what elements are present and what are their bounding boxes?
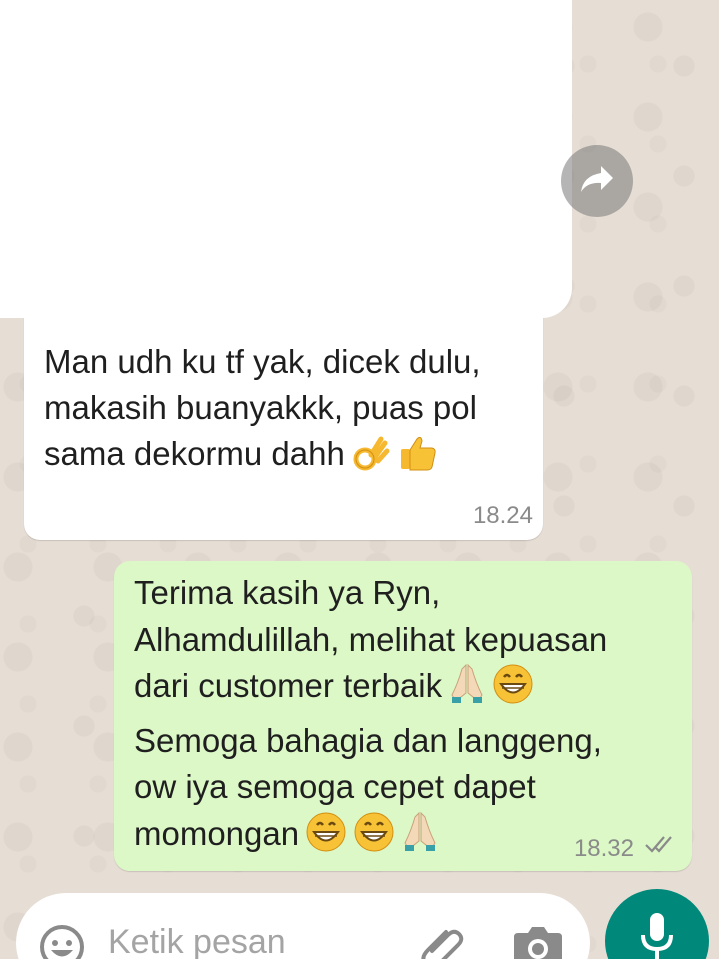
outgoing-timestamp: 18.32 bbox=[573, 835, 634, 862]
outgoing-message-text: Terima kasih ya Ryn, Alhamdulillah, meli… bbox=[134, 570, 674, 865]
read-double-tick-icon bbox=[644, 834, 678, 859]
grinning-face-emoji bbox=[305, 811, 347, 866]
outgoing-line-4: Semoga bahagia dan langgeng, bbox=[134, 721, 602, 759]
incoming-timestamp: 18.24 bbox=[472, 502, 533, 529]
thumbs-up-emoji bbox=[397, 433, 439, 485]
camera-icon[interactable] bbox=[512, 921, 564, 959]
message-composer bbox=[16, 893, 590, 959]
outgoing-line-6: momongan bbox=[134, 814, 300, 852]
forward-button[interactable] bbox=[561, 145, 633, 217]
forward-icon bbox=[579, 164, 615, 199]
incoming-line-2: makasih buanyakkk, puas pol bbox=[44, 389, 477, 426]
redacted-content bbox=[0, 0, 572, 318]
folded-hands-emoji bbox=[401, 811, 439, 866]
grinning-face-emoji bbox=[492, 663, 534, 718]
outgoing-line-3: dari customer terbaik bbox=[134, 667, 443, 704]
incoming-message-bubble[interactable]: Man udh ku tf yak, dicek dulu, makasih b… bbox=[24, 300, 543, 540]
ok-hand-emoji bbox=[351, 433, 391, 485]
paperclip-icon[interactable] bbox=[418, 923, 466, 959]
incoming-line-3: sama dekormu dahh bbox=[44, 435, 345, 472]
outgoing-line-2: Alhamdulillah, melihat kepuasan bbox=[134, 620, 608, 658]
outgoing-message-bubble[interactable]: Terima kasih ya Ryn, Alhamdulillah, meli… bbox=[114, 561, 692, 871]
message-input[interactable] bbox=[108, 923, 408, 959]
folded-hands-emoji bbox=[448, 663, 486, 718]
outgoing-line-5: ow iya semoga cepet dapet bbox=[134, 768, 536, 805]
incoming-line-1: Man udh ku tf yak, dicek dulu, bbox=[44, 343, 481, 380]
incoming-message-text: Man udh ku tf yak, dicek dulu, makasih b… bbox=[44, 339, 534, 485]
outgoing-line-1: Terima kasih ya Ryn, bbox=[134, 574, 441, 611]
emoji-icon[interactable] bbox=[38, 923, 86, 959]
grinning-face-emoji bbox=[353, 811, 395, 866]
mic-icon bbox=[637, 911, 677, 959]
